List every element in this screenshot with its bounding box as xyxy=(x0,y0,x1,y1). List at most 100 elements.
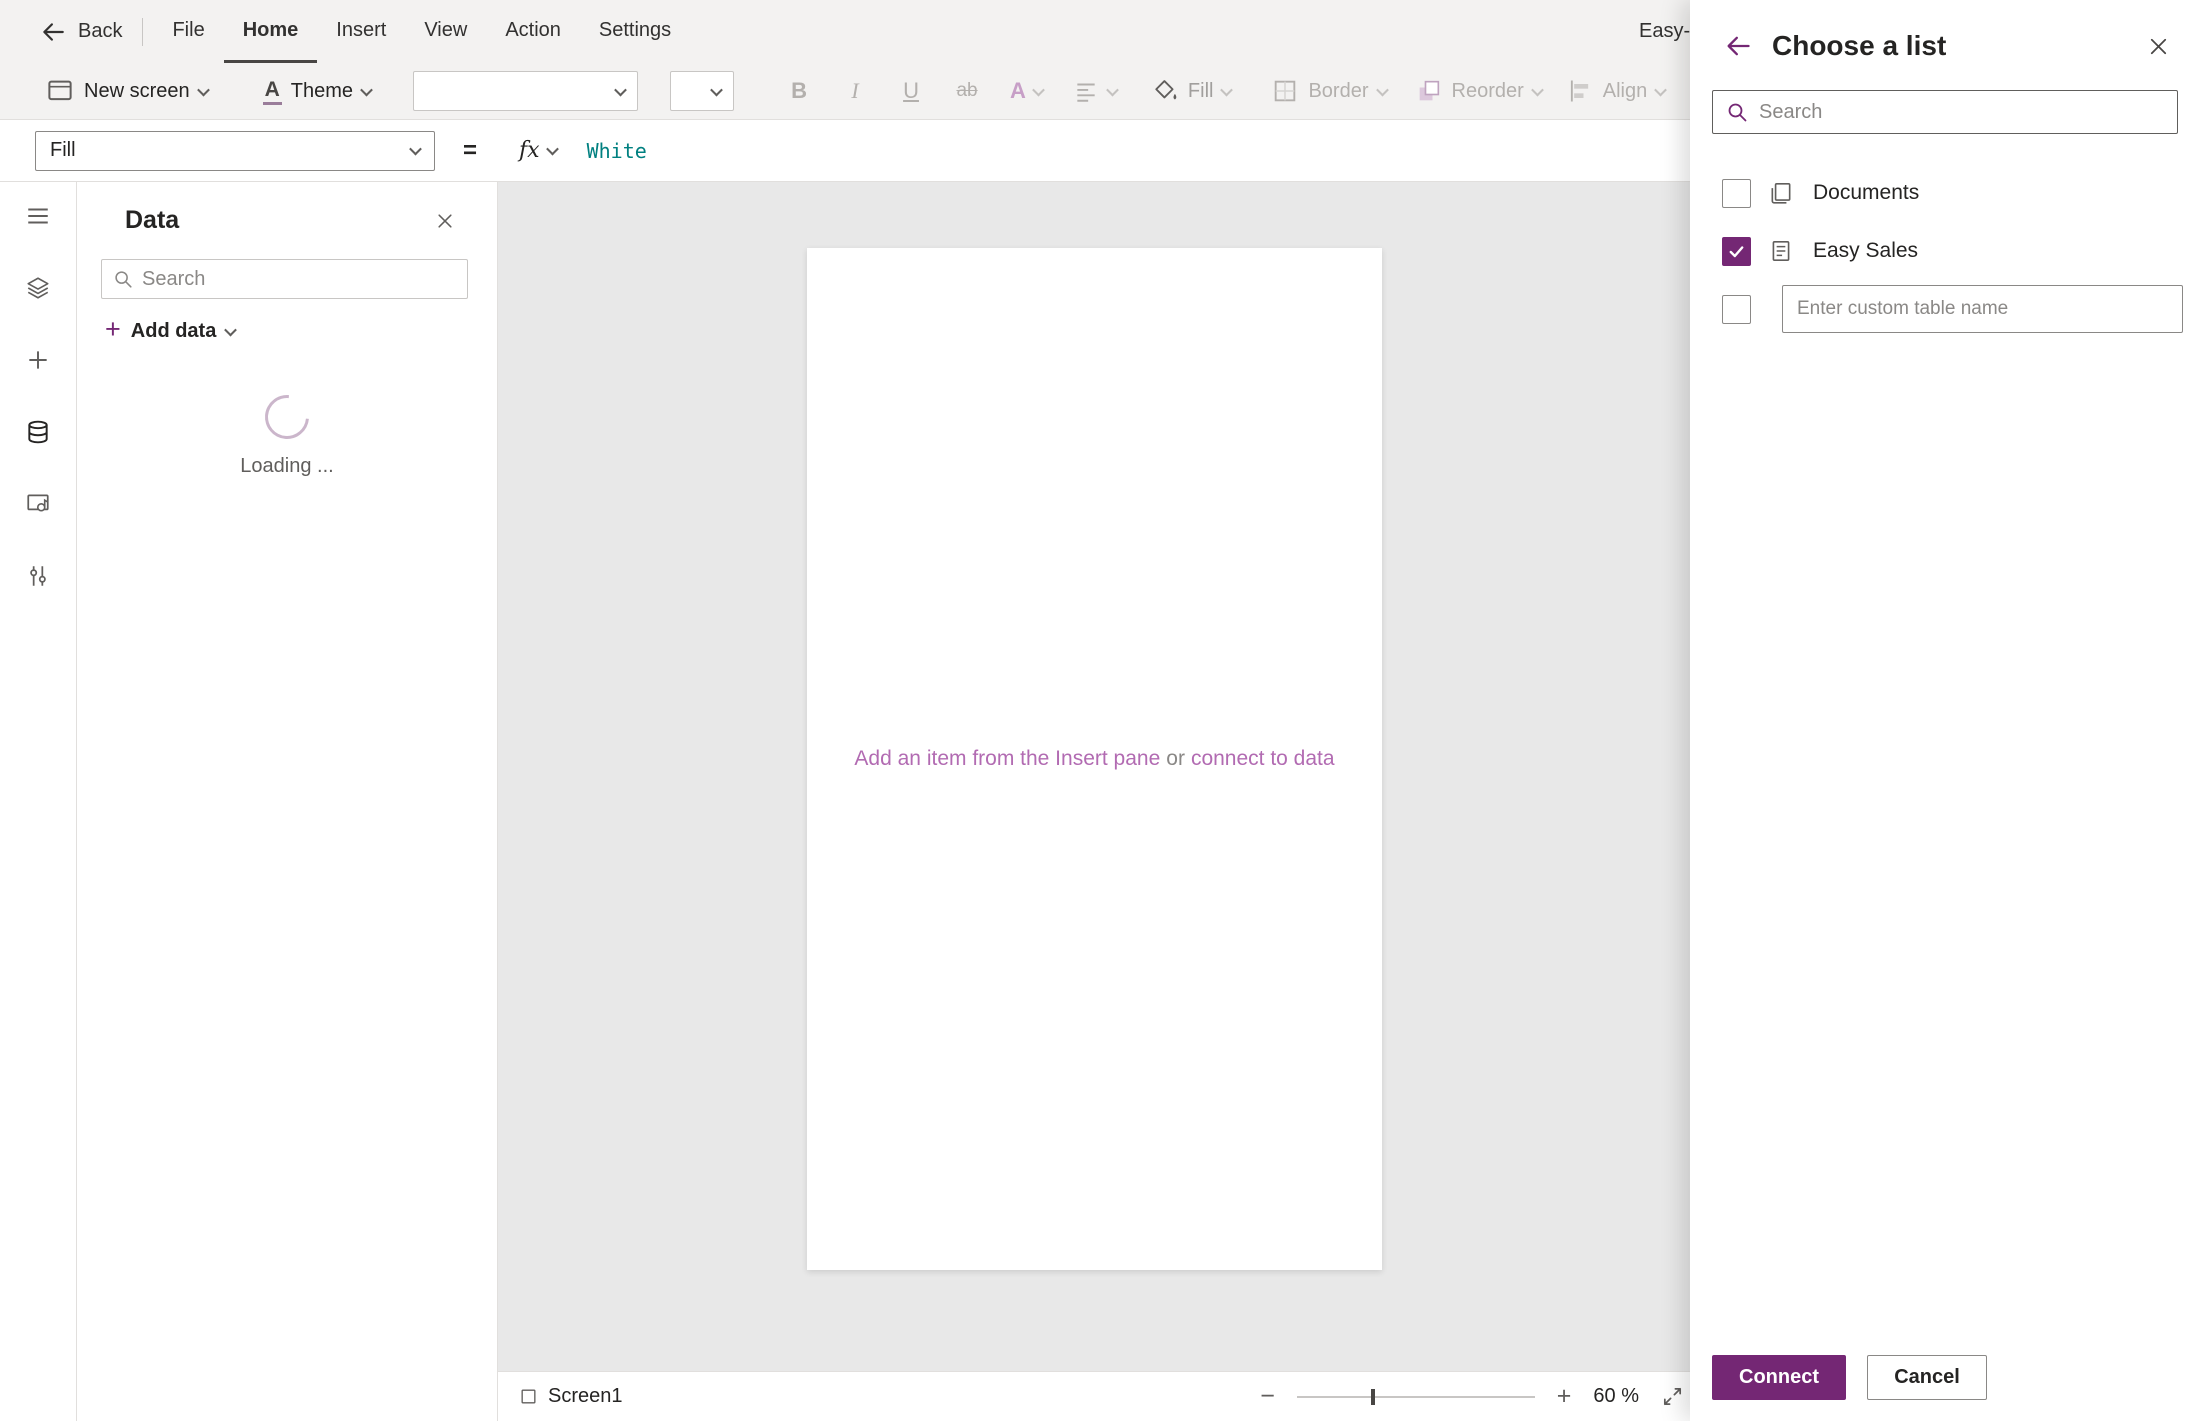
italic-button[interactable]: I xyxy=(838,78,872,104)
data-panel-close-icon[interactable] xyxy=(435,211,455,231)
new-screen-icon xyxy=(45,76,75,106)
media-icon[interactable] xyxy=(14,480,62,528)
text-align-icon xyxy=(1073,78,1099,104)
cancel-button[interactable]: Cancel xyxy=(1867,1355,1987,1400)
connect-to-data-link[interactable]: connect to data xyxy=(1191,747,1335,770)
advanced-tools-icon[interactable] xyxy=(14,552,62,600)
checkbox-documents[interactable] xyxy=(1722,179,1751,208)
chevron-down-icon xyxy=(1531,83,1544,96)
fx-dropdown[interactable]: fx xyxy=(519,138,557,163)
connect-button[interactable]: Connect xyxy=(1712,1355,1846,1400)
zoom-slider-thumb[interactable] xyxy=(1371,1389,1375,1405)
chevron-down-icon xyxy=(197,83,210,96)
theme-label: Theme xyxy=(291,80,353,103)
loading-spinner xyxy=(256,386,318,448)
font-color-button[interactable]: A xyxy=(1010,78,1043,104)
hint-connector: or xyxy=(1166,747,1185,770)
list-search-input[interactable] xyxy=(1759,101,2165,124)
data-panel: Data + Add data Loading ... xyxy=(77,182,498,1421)
chevron-down-icon xyxy=(546,143,559,156)
data-search-input[interactable] xyxy=(142,268,457,291)
hamburger-menu-icon[interactable] xyxy=(14,192,62,240)
checkbox-easy-sales[interactable] xyxy=(1722,237,1751,266)
strikethrough-button[interactable]: ab xyxy=(950,80,984,102)
panel-close-icon[interactable] xyxy=(2147,35,2170,58)
document-library-icon xyxy=(1768,180,1794,206)
tree-view-icon[interactable] xyxy=(14,264,62,312)
font-size-select[interactable] xyxy=(670,71,734,111)
search-icon xyxy=(112,268,134,290)
insert-plus-icon[interactable] xyxy=(14,336,62,384)
property-selector-value: Fill xyxy=(50,139,76,162)
zoom-in-icon[interactable]: + xyxy=(1557,1384,1572,1409)
zoom-slider[interactable] xyxy=(1297,1389,1535,1405)
border-icon xyxy=(1271,77,1299,105)
chevron-down-icon xyxy=(614,83,627,96)
chevron-down-icon xyxy=(360,83,373,96)
empty-screen-hint: Add an item from the Insert pane or connec… xyxy=(807,747,1382,771)
insert-pane-link[interactable]: Add an item from the Insert pane xyxy=(854,747,1160,770)
reorder-label: Reorder xyxy=(1452,80,1524,103)
chevron-down-icon xyxy=(1376,83,1389,96)
screen-canvas[interactable]: Add an item from the Insert pane or connec… xyxy=(807,248,1382,1270)
add-data-button[interactable]: + Add data xyxy=(105,319,497,343)
bold-button[interactable]: B xyxy=(782,78,816,104)
screen-thumbnail-icon xyxy=(519,1387,538,1406)
back-arrow-icon xyxy=(40,19,66,45)
loading-label: Loading ... xyxy=(77,455,497,478)
checkbox-custom-table[interactable] xyxy=(1722,295,1751,324)
screen-name-label: Screen1 xyxy=(548,1385,623,1408)
chevron-down-icon xyxy=(409,143,422,156)
align-button[interactable]: Align xyxy=(1566,77,1665,105)
zoom-percentage: 60 % xyxy=(1593,1385,1639,1408)
add-data-label: Add data xyxy=(131,320,217,343)
zoom-out-icon[interactable]: − xyxy=(1260,1384,1275,1409)
reorder-button[interactable]: Reorder xyxy=(1415,77,1542,105)
data-search-box xyxy=(101,259,468,299)
menu-item-home[interactable]: Home xyxy=(224,0,318,63)
list-search-box xyxy=(1712,90,2178,134)
fill-label: Fill xyxy=(1188,80,1214,103)
menu-item-action[interactable]: Action xyxy=(486,0,580,63)
new-screen-button[interactable]: New screen xyxy=(45,76,208,106)
formula-input[interactable]: White xyxy=(587,139,647,163)
text-align-button[interactable] xyxy=(1073,78,1117,104)
font-family-select[interactable] xyxy=(413,71,638,111)
list-icon xyxy=(1768,238,1794,264)
custom-table-name-input[interactable] xyxy=(1782,285,2183,333)
main-menu: File Home Insert View Action Settings xyxy=(153,0,690,63)
menu-item-settings[interactable]: Settings xyxy=(580,0,690,63)
new-screen-label: New screen xyxy=(84,80,190,103)
zoom-controls: − + 60 % xyxy=(1260,1372,1684,1421)
panel-title: Choose a list xyxy=(1772,30,2147,62)
choose-list-panel: Choose a list Documents Easy Sales xyxy=(1690,0,2200,1421)
border-button[interactable]: Border xyxy=(1271,77,1386,105)
list-item-label: Easy Sales xyxy=(1813,239,1918,263)
left-rail xyxy=(0,182,77,1421)
align-icon xyxy=(1566,77,1594,105)
theme-button[interactable]: A Theme xyxy=(263,78,371,105)
font-color-icon: A xyxy=(1010,78,1026,104)
plus-icon: + xyxy=(105,316,121,343)
data-sources-icon[interactable] xyxy=(14,408,62,456)
back-button[interactable]: Back xyxy=(0,0,142,63)
property-selector[interactable]: Fill xyxy=(35,131,435,171)
menu-item-insert[interactable]: Insert xyxy=(317,0,405,63)
align-label: Align xyxy=(1603,80,1647,103)
fill-button[interactable]: Fill xyxy=(1151,77,1232,105)
fx-icon: fx xyxy=(519,138,540,163)
paint-bucket-icon xyxy=(1151,77,1179,105)
chevron-down-icon xyxy=(1106,83,1119,96)
fit-to-window-icon[interactable] xyxy=(1661,1385,1684,1408)
screen-selector[interactable]: Screen1 xyxy=(519,1372,623,1421)
list-item-documents[interactable]: Documents xyxy=(1690,164,2200,222)
search-icon xyxy=(1725,100,1749,124)
list-item-easy-sales[interactable]: Easy Sales xyxy=(1690,222,2200,280)
chevron-down-icon xyxy=(1032,83,1045,96)
chevron-down-icon xyxy=(224,323,237,336)
menu-item-file[interactable]: File xyxy=(153,0,223,63)
panel-back-icon[interactable] xyxy=(1724,32,1752,60)
underline-button[interactable]: U xyxy=(894,78,928,104)
data-panel-title: Data xyxy=(125,206,179,235)
menu-item-view[interactable]: View xyxy=(405,0,486,63)
